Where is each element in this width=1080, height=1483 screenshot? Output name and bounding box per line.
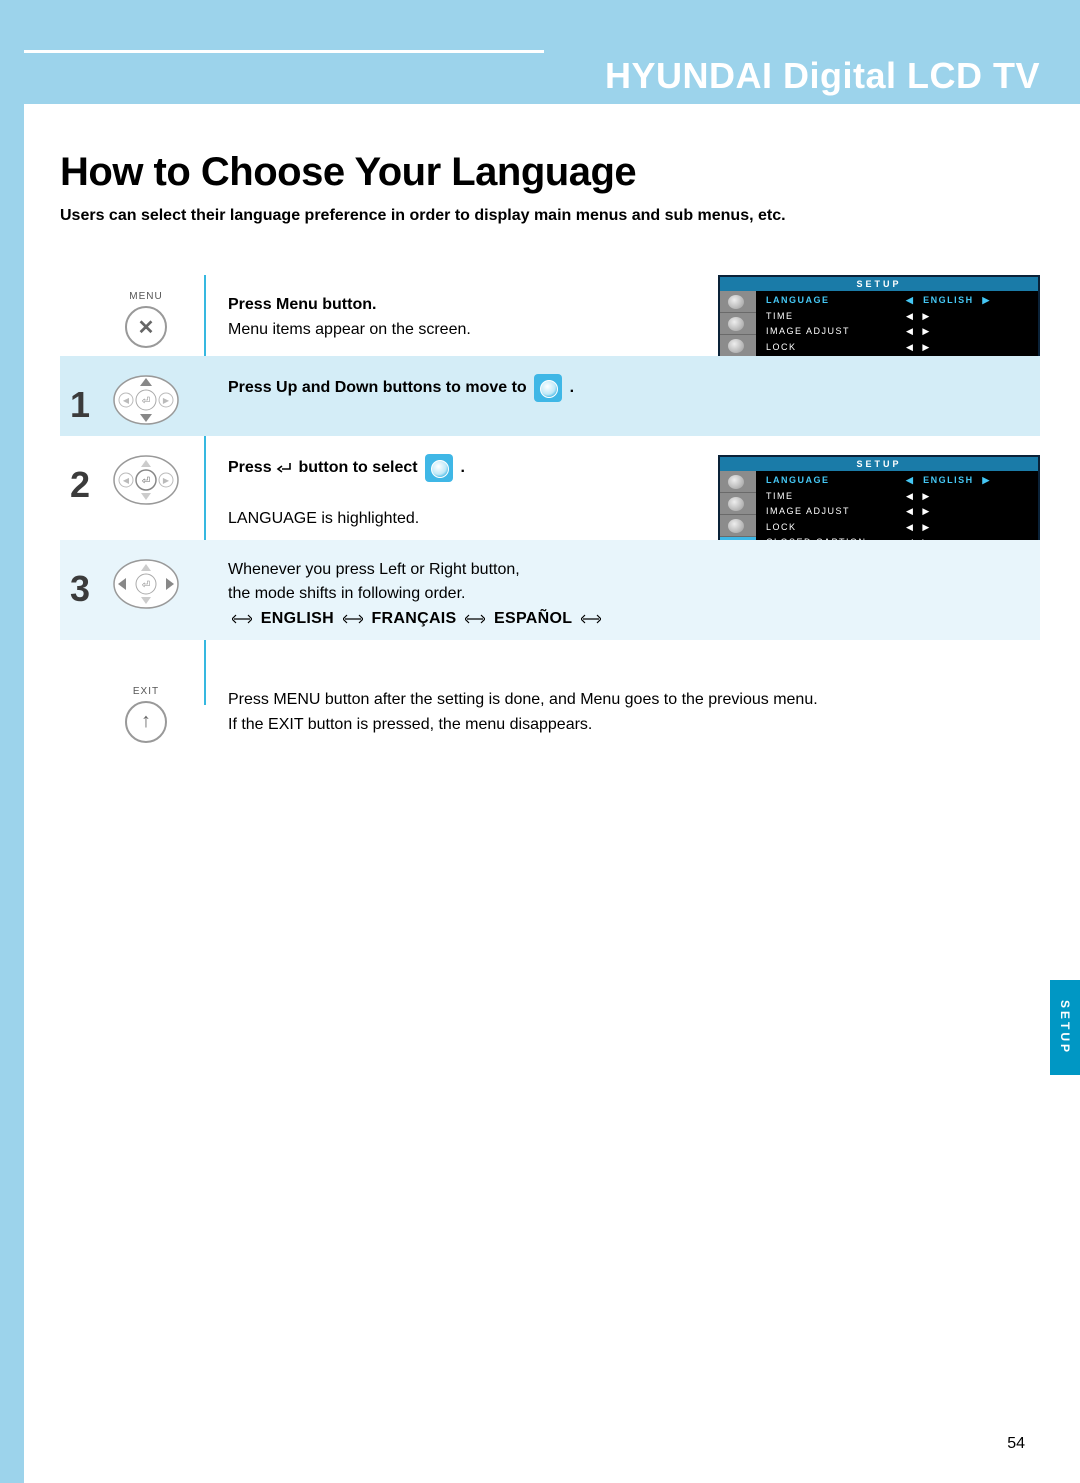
svg-text:⏎: ⏎ (142, 476, 150, 487)
svg-text:⏎: ⏎ (142, 580, 150, 591)
intro-text: Users can select their language preferen… (60, 207, 1040, 225)
section-tab-setup: SETUP (1050, 980, 1080, 1075)
header-rule (24, 50, 544, 53)
exit-text-2: If the EXIT button is pressed, the menu … (228, 716, 592, 733)
step0-bold: Press Menu button. (228, 296, 376, 313)
exit-button-icon: ↑ (125, 701, 167, 743)
step2-plain: LANGUAGE is highlighted. (228, 510, 419, 527)
language-sequence: ENGLISH FRANÇAIS ESPAÑOL (228, 610, 605, 627)
dpad-up-down-icon: ⏎ ◀ ▶ (110, 372, 182, 428)
menu-button-icon: ✕ (125, 306, 167, 348)
step3-line1: Whenever you press Left or Right button, (228, 561, 520, 578)
exit-text-1: Press MENU button after the setting is d… (228, 691, 818, 708)
step2-text-b: button to select (299, 459, 418, 476)
svg-text:▶: ▶ (163, 476, 170, 485)
dpad-left-right-icon: ⏎ (110, 556, 182, 612)
step1-text: Press Up and Down buttons to move to (228, 379, 527, 396)
step-number-3: 3 (60, 548, 100, 610)
setup-icon (425, 454, 453, 482)
svg-text:⏎: ⏎ (142, 396, 150, 407)
exit-button-label: EXIT (133, 686, 159, 697)
svg-text:◀: ◀ (123, 396, 130, 405)
step0-plain: Menu items appear on the screen. (228, 321, 471, 338)
menu-button-label: MENU (129, 291, 162, 302)
setup-icon (534, 374, 562, 402)
dpad-enter-icon: ⏎ ◀ ▶ (110, 452, 182, 508)
left-margin-band (0, 0, 24, 1483)
step-number-2: 2 (60, 444, 100, 506)
page-title: How to Choose Your Language (60, 150, 1040, 195)
svg-text:▶: ▶ (163, 396, 170, 405)
enter-key-icon (276, 461, 294, 475)
step-number-1: 1 (60, 364, 100, 426)
svg-text:◀: ◀ (123, 476, 130, 485)
step3-line2: the mode shifts in following order. (228, 585, 465, 602)
brand-title: HYUNDAI Digital LCD TV (605, 55, 1040, 97)
step2-text-a: Press (228, 459, 272, 476)
page-number: 54 (1007, 1435, 1025, 1453)
